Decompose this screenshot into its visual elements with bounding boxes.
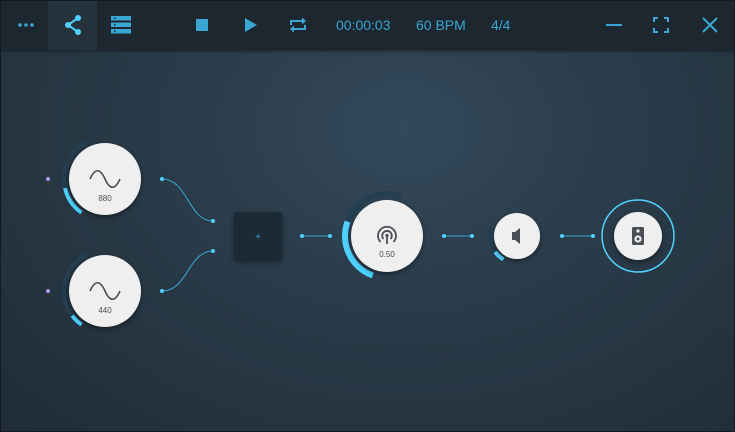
node-graph-canvas: 880 440 + 0.50 [46, 140, 675, 327]
oscillator-node-440[interactable]: 440 [62, 252, 141, 327]
mixer-input-port-2[interactable] [211, 249, 215, 253]
mixer-node[interactable]: + [234, 212, 282, 260]
delay-value-label: 0.50 [379, 250, 395, 259]
mixer-label: + [255, 232, 261, 243]
volume-input-port[interactable] [470, 234, 474, 238]
osc2-output-port[interactable] [160, 289, 164, 293]
loudspeaker-icon [632, 227, 644, 245]
osc1-output-port[interactable] [160, 177, 164, 181]
wire-osc2-mixer [161, 250, 214, 292]
output-node[interactable] [601, 199, 675, 273]
osc2-input-port[interactable] [46, 289, 50, 293]
delay-input-port[interactable] [328, 234, 332, 238]
mixer-input-port-1[interactable] [211, 219, 215, 223]
delay-output-port[interactable] [442, 234, 446, 238]
mixer-output-port[interactable] [300, 234, 304, 238]
oscillator-node-880[interactable]: 880 [62, 140, 141, 215]
volume-output-port[interactable] [560, 234, 564, 238]
osc1-frequency-label: 880 [98, 194, 112, 203]
osc2-level-arc[interactable] [70, 314, 83, 327]
delay-node[interactable]: 0.50 [342, 191, 423, 279]
volume-node[interactable] [488, 213, 540, 262]
osc1-input-port[interactable] [46, 177, 50, 181]
osc2-frequency-label: 440 [98, 306, 112, 315]
wire-osc1-mixer [161, 178, 214, 222]
output-input-port[interactable] [591, 234, 595, 238]
